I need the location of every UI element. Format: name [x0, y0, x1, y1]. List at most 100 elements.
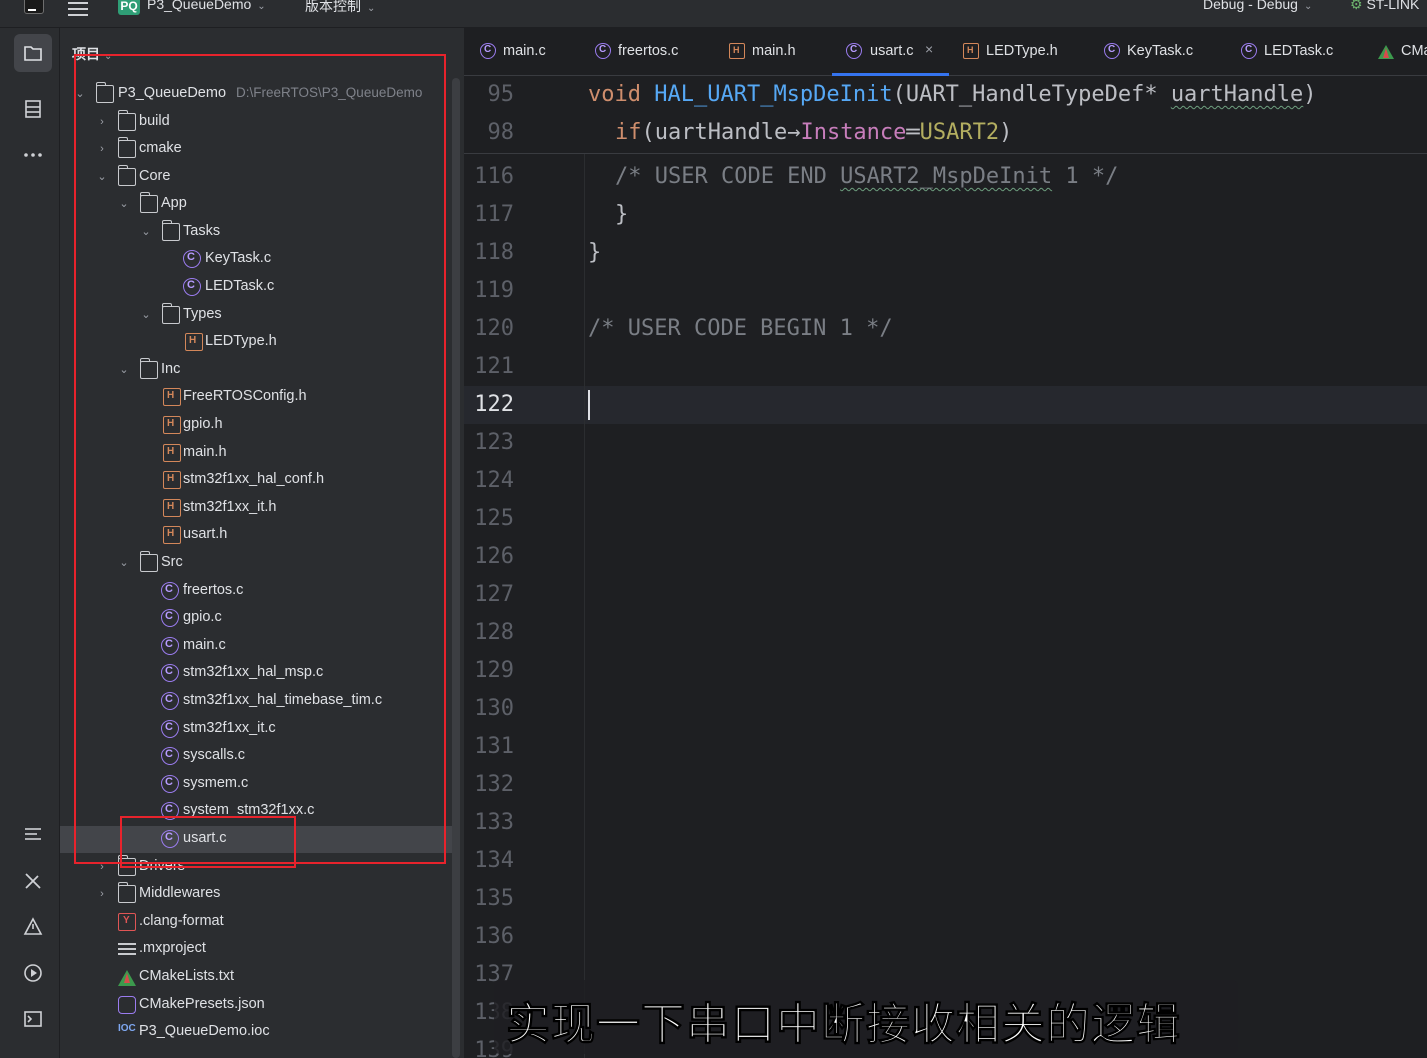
- chevron-right-icon: ›: [100, 888, 104, 900]
- tab-label: KeyTask.c: [1127, 43, 1194, 59]
- line-number: 118: [474, 240, 514, 265]
- tree-item-main-h[interactable]: main.h: [60, 440, 452, 467]
- tree-item-types[interactable]: ⌄ Types: [60, 302, 452, 329]
- tree-item-main-c[interactable]: main.c: [60, 633, 452, 660]
- tree-item-label: Inc: [161, 361, 181, 377]
- run-config-selector[interactable]: Debug - Debug ⌄: [1203, 0, 1312, 12]
- tree-item-label: stm32f1xx_hal_conf.h: [183, 471, 325, 487]
- tree-item-label: main.h: [183, 444, 227, 460]
- tree-item-label: gpio.c: [183, 609, 222, 625]
- tree-item-gpio-c[interactable]: gpio.c: [60, 605, 452, 632]
- tree-item-it-h[interactable]: stm32f1xx_it.h: [60, 495, 452, 522]
- header-file-icon: [963, 43, 979, 59]
- tree-item-clang-format[interactable]: .clang-format: [60, 909, 452, 936]
- structure-tool-button[interactable]: [14, 90, 52, 128]
- tree-item-ioc[interactable]: IOC P3_QueueDemo.ioc: [60, 1019, 452, 1046]
- c-file-icon: [161, 664, 179, 682]
- tree-item-cmakepresets[interactable]: CMakePresets.json: [60, 992, 452, 1019]
- line-number: 126: [474, 544, 514, 569]
- structure-icon: [25, 100, 41, 118]
- tree-item-it-c[interactable]: stm32f1xx_it.c: [60, 716, 452, 743]
- tree-item-label: App: [161, 195, 187, 211]
- more-tools-button[interactable]: [14, 136, 52, 174]
- run-config-label: Debug - Debug: [1203, 0, 1298, 12]
- line-number: 136: [474, 924, 514, 949]
- project-switcher[interactable]: P3_QueueDemo ⌄: [147, 0, 266, 12]
- project-panel-header[interactable]: 项目 ⌄: [72, 44, 112, 64]
- project-tool-button[interactable]: [14, 34, 52, 72]
- tab-label: LEDType.h: [986, 43, 1058, 59]
- tree-item-tasks[interactable]: ⌄ Tasks: [60, 219, 452, 246]
- project-badge[interactable]: PQ: [118, 0, 140, 15]
- vcs-menu[interactable]: 版本控制 ⌄: [305, 0, 375, 16]
- tree-item-cmakelists[interactable]: CMakeLists.txt: [60, 964, 452, 991]
- c-file-icon: [161, 692, 179, 710]
- header-file-icon: [163, 444, 181, 462]
- code-token: ═: [906, 120, 920, 145]
- code-line[interactable]: }: [615, 202, 628, 227]
- build-tool-button[interactable]: [14, 862, 52, 900]
- main-menu-icon[interactable]: [68, 0, 88, 16]
- terminal-tool-button[interactable]: [14, 1000, 52, 1038]
- run-tool-button[interactable]: [14, 954, 52, 992]
- tree-item-usart-h[interactable]: usart.h: [60, 522, 452, 549]
- c-file-icon: [595, 43, 611, 59]
- tree-item-drivers[interactable]: › Drivers: [60, 854, 452, 881]
- tree-item-hal-conf[interactable]: stm32f1xx_hal_conf.h: [60, 467, 452, 494]
- tree-item-src[interactable]: ⌄ Src: [60, 550, 452, 577]
- tree-item-ledtype[interactable]: LEDType.h: [60, 329, 452, 356]
- sticky-scroll-header[interactable]: 95 void HAL_UART_MspDeInit(UART_HandleTy…: [464, 76, 1427, 154]
- c-file-icon: [161, 720, 179, 738]
- tree-item-inc[interactable]: ⌄ Inc: [60, 357, 452, 384]
- folder-icon: [139, 358, 158, 379]
- folder-icon: [117, 110, 136, 131]
- project-scrollbar[interactable]: [452, 78, 460, 1058]
- c-file-icon: [846, 43, 862, 59]
- code-token: (UART_HandleTypeDef*: [892, 82, 1171, 107]
- code-line[interactable]: /* USER CODE BEGIN 1 */: [588, 316, 893, 341]
- tree-item-app[interactable]: ⌄ App: [60, 191, 452, 218]
- tree-item-build[interactable]: › build: [60, 109, 452, 136]
- more-icon: [24, 153, 42, 157]
- tree-item-sysmem[interactable]: sysmem.c: [60, 771, 452, 798]
- chevron-down-icon: ⌄: [141, 226, 151, 238]
- tree-item-keytask[interactable]: KeyTask.c: [60, 246, 452, 273]
- c-file-icon: [161, 830, 179, 848]
- panel-title: 项目: [72, 47, 100, 63]
- debugger-selector[interactable]: ⚙ ST-LINK: [1350, 0, 1419, 13]
- tree-item-mxproject[interactable]: .mxproject: [60, 936, 452, 963]
- tree-item-gpio-h[interactable]: gpio.h: [60, 412, 452, 439]
- tree-item-label: build: [139, 113, 170, 129]
- code-line[interactable]: }: [588, 240, 601, 265]
- tree-item-freertosconfig[interactable]: FreeRTOSConfig.h: [60, 384, 452, 411]
- tree-item-system-stm32[interactable]: system_stm32f1xx.c: [60, 798, 452, 825]
- code-line[interactable]: /* USER CODE END USART2_MspDeInit 1 */: [615, 164, 1118, 189]
- chevron-down-icon: ⌄: [367, 3, 376, 14]
- tree-item-usart-c[interactable]: usart.c: [60, 826, 452, 853]
- tab-usart-c[interactable]: usart.c ×: [832, 28, 949, 76]
- tree-item-core[interactable]: ⌄ Core: [60, 164, 452, 191]
- tree-item-label: syscalls.c: [183, 747, 246, 763]
- todo-tool-button[interactable]: [14, 816, 52, 854]
- tab-label: LEDTask.c: [1264, 43, 1334, 59]
- c-file-icon: [1241, 43, 1257, 59]
- tree-item-middlewares[interactable]: › Middlewares: [60, 881, 452, 908]
- folder-icon: [117, 137, 136, 158]
- activity-bar: [0, 28, 60, 1058]
- tree-item-hal-msp[interactable]: stm32f1xx_hal_msp.c: [60, 660, 452, 687]
- tree-item-ledtask[interactable]: LEDTask.c: [60, 274, 452, 301]
- tree-item-label: usart.h: [183, 526, 228, 542]
- close-tab-icon[interactable]: ×: [925, 41, 933, 57]
- problems-tool-button[interactable]: [14, 908, 52, 946]
- folder-icon: [161, 303, 180, 324]
- tree-root[interactable]: ⌄ P3_QueueDemo D:\FreeRTOS\P3_QueueDemo: [60, 81, 452, 108]
- tree-item-cmake[interactable]: › cmake: [60, 136, 452, 163]
- line-number: 95: [487, 82, 515, 107]
- chevron-down-icon: ⌄: [257, 1, 266, 12]
- tree-item-freertos-c[interactable]: freertos.c: [60, 578, 452, 605]
- list-icon: [25, 828, 41, 840]
- header-file-icon: [163, 526, 181, 544]
- line-number: 131: [474, 734, 514, 759]
- tree-item-syscalls[interactable]: syscalls.c: [60, 743, 452, 770]
- tree-item-timebase[interactable]: stm32f1xx_hal_timebase_tim.c: [60, 688, 452, 715]
